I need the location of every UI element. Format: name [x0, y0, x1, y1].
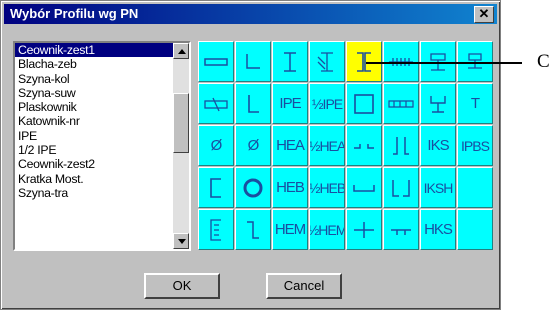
list-item[interactable]: Szyna-kol [15, 72, 173, 86]
tube-icon [238, 174, 268, 202]
cross-icon [349, 216, 379, 244]
profile-cell-text[interactable]: HEA [272, 125, 308, 166]
profile-cell-text[interactable]: T [457, 83, 493, 124]
profile-cell-text[interactable]: HEM [272, 209, 308, 250]
profile-cell-text[interactable]: HEB [272, 167, 308, 208]
t-hat-icon [423, 90, 453, 118]
u-trough-icon [349, 174, 379, 202]
profile-cell-text[interactable]: Ø [235, 125, 271, 166]
profile-cell-tube[interactable] [235, 167, 271, 208]
angle-l-icon [238, 48, 268, 76]
profile-cell-label: ½HEA [309, 137, 345, 154]
profile-cell-label: IKS [427, 137, 449, 154]
profile-cell-text[interactable]: ½HEA [309, 125, 345, 166]
scroll-thumb[interactable] [173, 93, 189, 153]
profile-cell-label: Ø [247, 137, 260, 154]
list-item[interactable]: Szyna-suw [15, 86, 173, 100]
profile-cell-text[interactable]: IPE [272, 83, 308, 124]
profile-grid: IPE ½IPE T Ø Ø HEA ½HEA IKS IPBS HEB ½HEB IKSH HEM ½H… [198, 41, 494, 251]
profile-cell-label: IPBS [461, 137, 490, 154]
annotation-label: C [537, 51, 550, 72]
profile-cell-label: ½HEM [309, 221, 345, 238]
profile-cell-double-tee[interactable] [383, 209, 419, 250]
profile-cell-empty[interactable] [457, 209, 493, 250]
plate-l-icon [238, 216, 268, 244]
list-item[interactable]: IPE [15, 129, 173, 143]
profile-cell-text[interactable]: Ø [198, 125, 234, 166]
profile-cell-empty[interactable] [457, 167, 493, 208]
profile-cell-text[interactable]: IPBS [457, 125, 493, 166]
profile-cell-i-beam[interactable] [272, 41, 308, 82]
profile-cell-label: IKSH [423, 179, 454, 196]
rail-top-icon [349, 132, 379, 160]
profile-cell-rect[interactable] [198, 41, 234, 82]
profile-cell-label: T [470, 95, 480, 112]
l-profile-icon [238, 90, 268, 118]
close-button[interactable]: ✕ [474, 6, 494, 23]
half-i-hatched-icon [312, 48, 342, 76]
scroll-down-button[interactable] [173, 233, 189, 249]
l-bracket-icon [386, 174, 416, 202]
double-tee-icon [386, 216, 416, 244]
phi-rect-icon [201, 90, 231, 118]
list-item[interactable]: Ceownik-zest1 [15, 43, 173, 58]
profile-cell-half-i-hatched[interactable] [309, 41, 345, 82]
list-item[interactable]: Kratka Most. [15, 172, 173, 186]
list-item[interactable]: Ceownik-zest2 [15, 157, 173, 171]
profile-cell-text[interactable]: HKS [420, 209, 456, 250]
profile-cell-label: HEM [274, 221, 306, 238]
list-item[interactable]: 1/2 IPE [15, 143, 173, 157]
list-item[interactable]: Plaskownik [15, 100, 173, 114]
ok-button[interactable]: OK [144, 273, 220, 299]
scroll-up-button[interactable] [173, 43, 189, 59]
profile-cell-rail[interactable] [383, 83, 419, 124]
profile-cell-e-channel[interactable] [198, 209, 234, 250]
dialog-title: Wybór Profilu wg PN [10, 6, 139, 21]
double-l-icon [386, 132, 416, 160]
profile-list: Ceownik-zest1 Blacha-zeb Szyna-kol Szyna-su… [15, 43, 173, 200]
profile-cell-label: HEB [276, 179, 305, 196]
profile-cell-channel[interactable] [198, 167, 234, 208]
profile-cell-label: Ø [210, 137, 223, 154]
profile-cell-text[interactable]: ½IPE [309, 83, 345, 124]
e-channel-icon [201, 216, 231, 244]
rail-icon [386, 90, 416, 118]
list-item[interactable]: Szyna-tra [15, 186, 173, 200]
channel-icon [201, 174, 231, 202]
profile-cell-rail-top[interactable] [346, 125, 382, 166]
profile-listbox[interactable]: Ceownik-zest1 Blacha-zeb Szyna-kol Szyna-su… [13, 41, 191, 251]
profile-cell-text[interactable]: IKSH [420, 167, 456, 208]
profile-cell-label: ½HEB [309, 179, 345, 196]
profile-cell-phi-rect[interactable] [198, 83, 234, 124]
rect-icon [201, 48, 231, 76]
profile-cell-cross[interactable] [346, 209, 382, 250]
profile-cell-l-bracket[interactable] [383, 167, 419, 208]
profile-cell-text[interactable]: ½HEB [309, 167, 345, 208]
i-beam-icon [275, 48, 305, 76]
profile-cell-text[interactable]: IKS [420, 125, 456, 166]
profile-cell-angle-l[interactable] [235, 41, 271, 82]
profile-cell-text[interactable]: ½HEM [309, 209, 345, 250]
profile-cell-plate-l[interactable] [235, 209, 271, 250]
cancel-button[interactable]: Cancel [266, 273, 342, 299]
list-item[interactable]: Katownik-nr [15, 114, 173, 128]
profile-cell-double-l[interactable] [383, 125, 419, 166]
annotation-pointer-line [366, 62, 522, 64]
list-item[interactable]: Blacha-zeb [15, 57, 173, 71]
profile-dialog: Wybór Profilu wg PN ✕ Ceownik-zest1 Blach… [0, 0, 501, 310]
list-scrollbar[interactable] [173, 43, 189, 249]
profile-cell-t-hat[interactable] [420, 83, 456, 124]
profile-cell-l-profile[interactable] [235, 83, 271, 124]
box-icon [349, 90, 379, 118]
profile-cell-label: ½IPE [311, 95, 343, 112]
profile-cell-label: HEA [276, 137, 305, 154]
scroll-up-icon [178, 49, 186, 54]
profile-cell-u-trough[interactable] [346, 167, 382, 208]
profile-cell-label: IPE [279, 95, 301, 112]
profile-cell-box[interactable] [346, 83, 382, 124]
profile-cell-label: HKS [424, 221, 453, 238]
scroll-down-icon [178, 239, 186, 244]
title-bar: Wybór Profilu wg PN ✕ [4, 4, 497, 24]
